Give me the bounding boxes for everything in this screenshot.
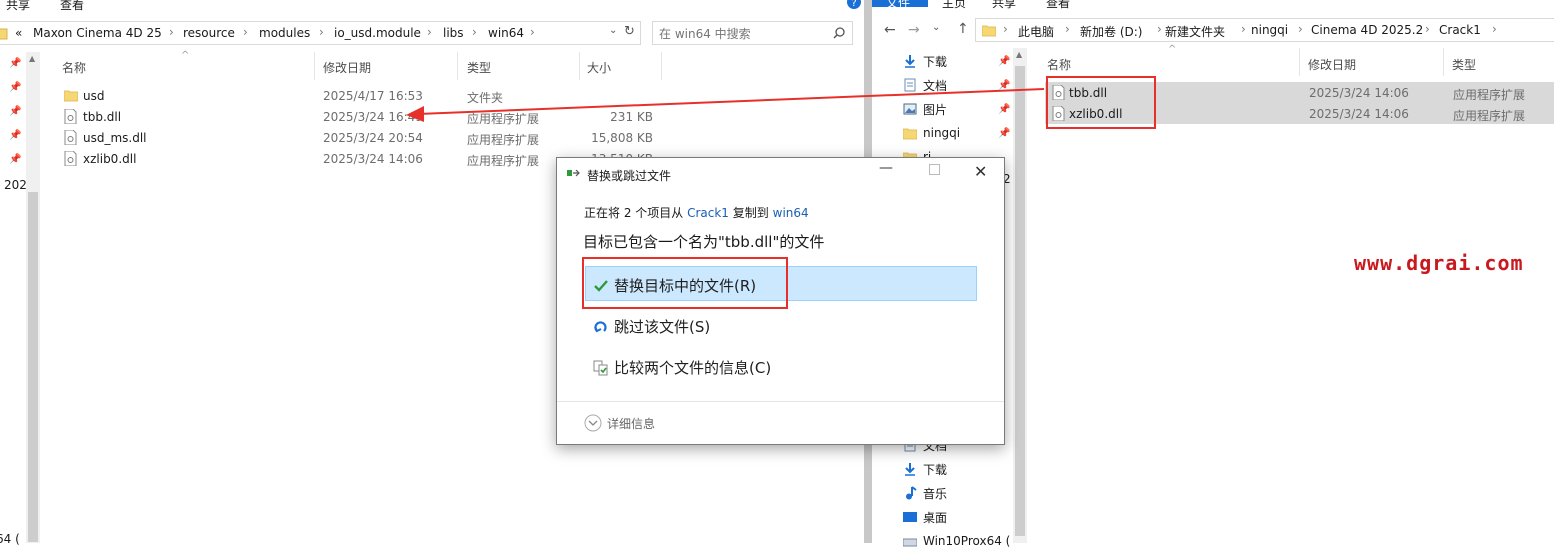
compare-icon (593, 360, 609, 376)
dialog-footer-divider (557, 401, 1004, 402)
minimize-button[interactable]: — (879, 160, 893, 176)
details-label: 详细信息 (607, 416, 656, 431)
skip-option-label: 跳过该文件(S) (614, 318, 711, 336)
target-folder-link[interactable]: win64 (773, 206, 809, 220)
annotation-highlight-box (582, 257, 788, 309)
compare-option-label: 比较两个文件的信息(C) (614, 359, 772, 377)
copy-icon (567, 169, 581, 179)
close-button[interactable]: ✕ (974, 162, 987, 181)
progress-prefix: 正在将 2 个项目从 (584, 206, 684, 220)
progress-middle: 复制到 (732, 206, 769, 220)
chevron-down-icon (584, 414, 602, 432)
skip-option[interactable]: 跳过该文件(S) (593, 316, 710, 337)
details-toggle[interactable]: 详细信息 (584, 414, 655, 432)
maximize-button[interactable] (929, 164, 940, 175)
compare-option[interactable]: 比较两个文件的信息(C) (593, 357, 771, 378)
dialog-title: 替换或跳过文件 (587, 169, 672, 183)
skip-icon (593, 319, 609, 335)
dialog-message: 目标已包含一个名为"tbb.dll"的文件 (583, 233, 825, 251)
source-folder-link[interactable]: Crack1 (687, 206, 729, 220)
watermark-text: www.dgrai.com (1354, 251, 1524, 275)
dialog-titlebar: 替换或跳过文件 — ✕ (557, 158, 1004, 190)
dialog-progress-line: 正在将 2 个项目从 Crack1 复制到 win64 (584, 204, 809, 221)
